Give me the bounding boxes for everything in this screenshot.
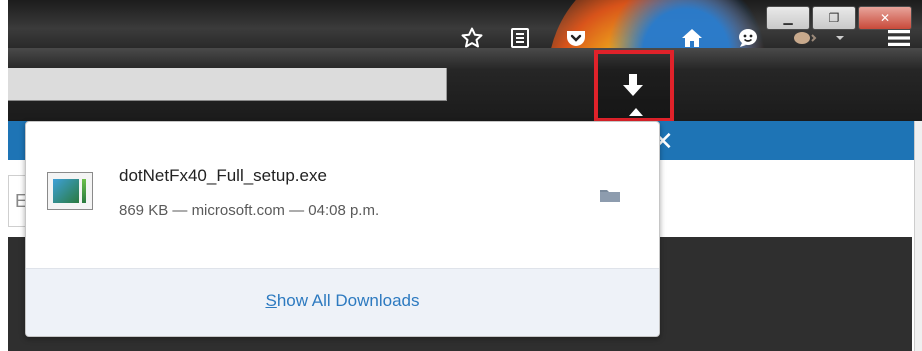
pocket-icon[interactable] xyxy=(562,24,590,52)
extension-icon[interactable] xyxy=(790,24,818,52)
downloads-panel-footer: Show All Downloads xyxy=(26,268,659,336)
download-size: 869 KB xyxy=(119,202,169,219)
executable-file-icon xyxy=(47,172,93,210)
downloads-icon[interactable] xyxy=(618,71,648,101)
downloads-panel-pointer xyxy=(629,108,643,116)
menu-icon[interactable] xyxy=(885,24,913,52)
show-all-downloads-link[interactable]: Show All Downloads xyxy=(26,291,659,311)
page-scrollbar[interactable] xyxy=(914,121,922,351)
bookmark-star-icon[interactable] xyxy=(458,24,486,52)
url-bar[interactable] xyxy=(8,68,447,101)
hello-chat-icon[interactable] xyxy=(734,24,762,52)
open-containing-folder-button[interactable] xyxy=(598,185,622,205)
download-item[interactable]: dotNetFx40_Full_setup.exe 869 KB — micro… xyxy=(26,122,659,268)
folder-icon xyxy=(600,190,620,202)
separator: — xyxy=(172,202,188,219)
navigation-toolbar xyxy=(8,48,922,121)
download-details: 869 KB — microsoft.com — 04:08 p.m. xyxy=(119,202,379,219)
download-time: 04:08 p.m. xyxy=(308,202,380,219)
home-icon[interactable] xyxy=(678,24,706,52)
download-file-name: dotNetFx40_Full_setup.exe xyxy=(119,166,327,185)
extension-dropdown-icon[interactable] xyxy=(833,24,847,52)
reading-list-icon[interactable] xyxy=(506,24,534,52)
separator: — xyxy=(289,202,305,219)
access-key: S xyxy=(265,291,277,310)
download-source: microsoft.com xyxy=(191,202,285,219)
show-all-label: how All Downloads xyxy=(276,291,420,310)
downloads-panel: dotNetFx40_Full_setup.exe 869 KB — micro… xyxy=(25,121,660,337)
